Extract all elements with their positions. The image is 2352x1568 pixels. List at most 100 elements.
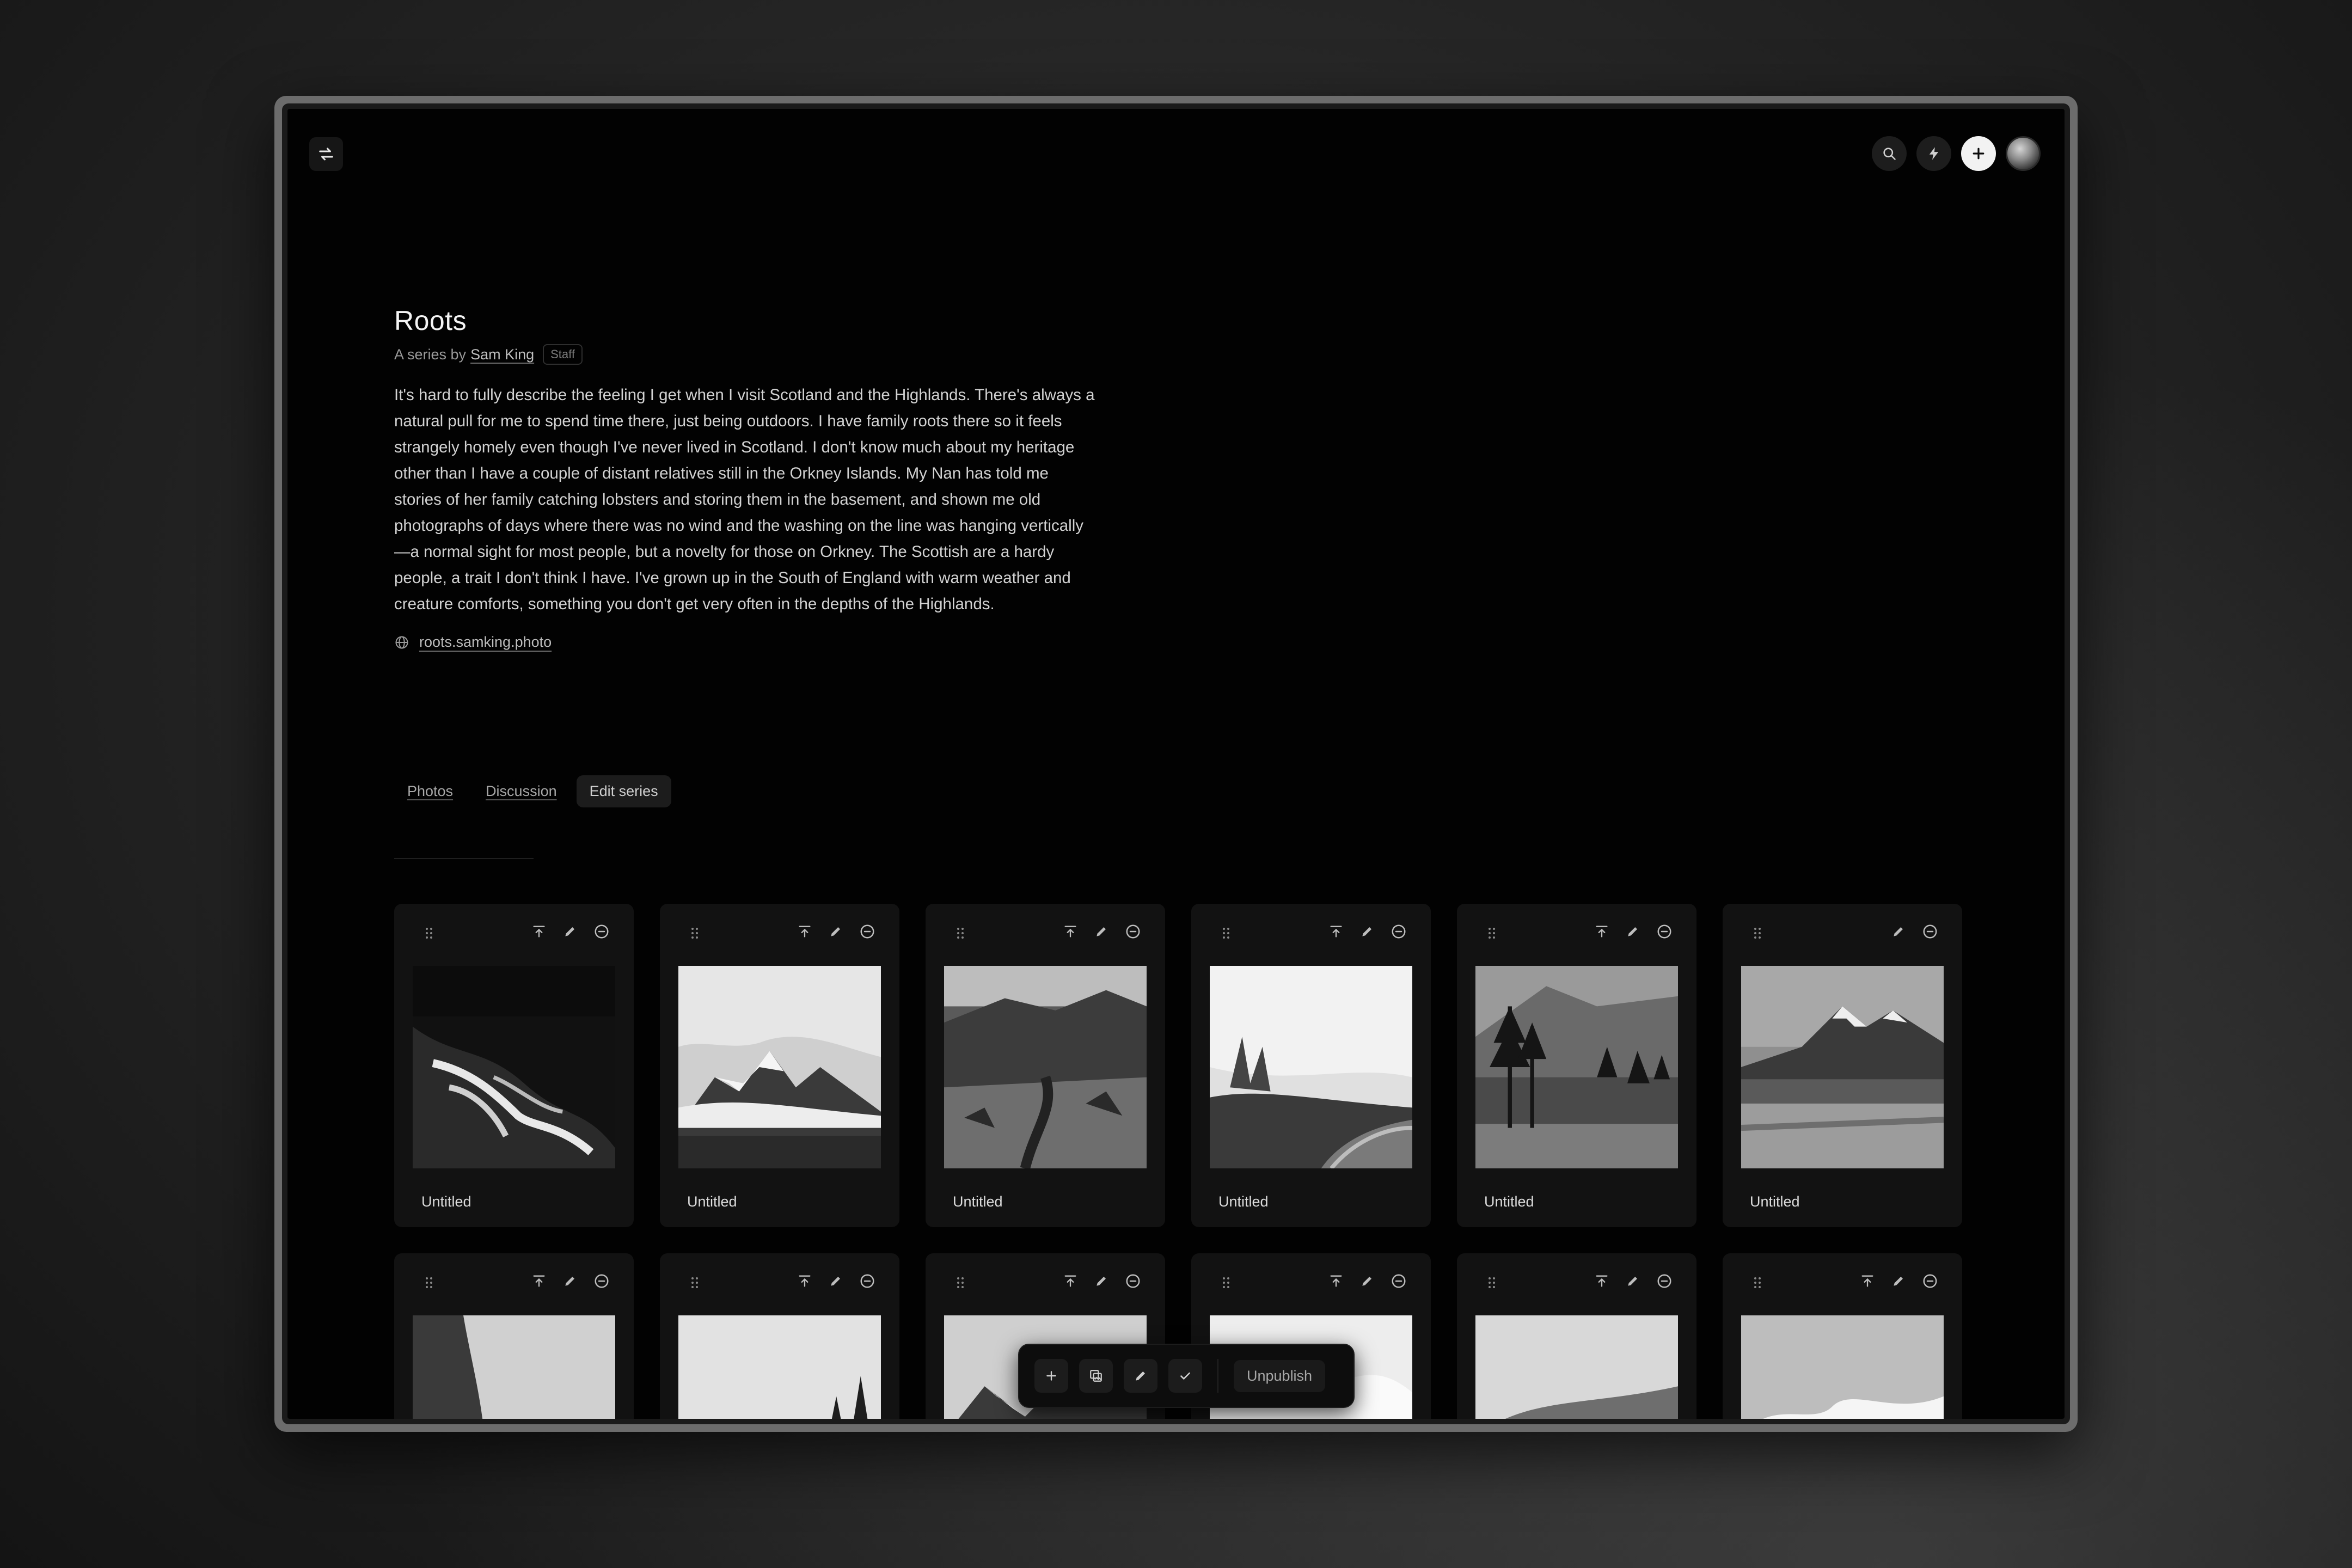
photo-thumbnail[interactable] <box>678 1315 881 1419</box>
photo-thumbnail[interactable] <box>1210 966 1412 1168</box>
edit-photo-button[interactable] <box>1094 924 1108 939</box>
pencil-icon <box>1628 1276 1638 1286</box>
remove-photo-button[interactable] <box>1922 923 1938 940</box>
set-cover-button[interactable] <box>531 924 547 939</box>
edit-photo-button[interactable] <box>829 924 843 939</box>
drag-handle[interactable] <box>690 927 699 942</box>
remove-photo-button[interactable] <box>1922 1273 1938 1289</box>
select-photos-button[interactable] <box>1079 1359 1113 1393</box>
set-cover-button[interactable] <box>1328 924 1344 939</box>
edit-photo-button[interactable] <box>563 1274 577 1288</box>
drag-handle[interactable] <box>1753 1276 1762 1292</box>
photo-thumbnail[interactable] <box>1475 966 1678 1168</box>
photo-card[interactable] <box>1723 1253 1962 1419</box>
edit-photo-button[interactable] <box>563 924 577 939</box>
edit-series-button[interactable] <box>1124 1359 1157 1393</box>
photo-thumbnail[interactable] <box>944 966 1147 1168</box>
set-cover-button[interactable] <box>797 924 812 939</box>
tab-photos[interactable]: Photos <box>394 775 466 807</box>
photo-thumbnail[interactable] <box>1741 1315 1944 1419</box>
drag-handle[interactable] <box>956 927 965 942</box>
photo-card[interactable]: Untitled <box>660 904 899 1227</box>
remove-photo-button[interactable] <box>859 1273 875 1289</box>
set-cover-button[interactable] <box>1860 1273 1875 1289</box>
edit-photo-button[interactable] <box>1891 1274 1906 1288</box>
search-button[interactable] <box>1872 136 1907 171</box>
website-link[interactable]: roots.samking.photo <box>394 634 1102 651</box>
remove-photo-button[interactable] <box>1656 923 1673 940</box>
pencil-icon <box>831 1276 841 1286</box>
photo-card[interactable] <box>660 1253 899 1419</box>
pencil-icon <box>1136 1371 1146 1381</box>
drag-handle[interactable] <box>1487 927 1496 942</box>
remove-photo-button[interactable] <box>1125 923 1141 940</box>
edit-photo-button[interactable] <box>829 1274 843 1288</box>
card-toolbar <box>926 923 1165 945</box>
add-photo-button[interactable] <box>1034 1359 1068 1393</box>
edit-photo-button[interactable] <box>1094 1274 1108 1288</box>
card-toolbar <box>1457 1273 1696 1295</box>
remove-photo-button[interactable] <box>593 923 610 940</box>
image-stack-icon <box>1090 1370 1102 1382</box>
byline-prefix: A series by <box>394 346 467 363</box>
drag-handle[interactable] <box>425 1276 433 1292</box>
app-logo-button[interactable] <box>309 137 343 171</box>
drag-handle[interactable] <box>425 927 433 942</box>
set-cover-button[interactable] <box>1063 924 1078 939</box>
create-button[interactable] <box>1961 136 1996 171</box>
pencil-icon <box>1097 1276 1106 1286</box>
drag-handle-icon <box>426 1277 432 1288</box>
card-toolbar <box>926 1273 1165 1295</box>
remove-photo-button[interactable] <box>593 1273 610 1289</box>
drag-handle-icon <box>691 1277 698 1288</box>
edit-photo-button[interactable] <box>1891 924 1906 939</box>
drag-handle[interactable] <box>1487 1276 1496 1292</box>
edit-photo-button[interactable] <box>1626 924 1640 939</box>
set-cover-button[interactable] <box>1594 1273 1609 1289</box>
photo-title: Untitled <box>1750 1193 1800 1210</box>
drag-handle[interactable] <box>1222 1276 1230 1292</box>
user-avatar[interactable] <box>2006 136 2041 171</box>
card-actions <box>1860 1273 1938 1289</box>
set-cover-button[interactable] <box>797 1273 812 1289</box>
photo-card[interactable]: Untitled <box>1723 904 1962 1227</box>
drag-handle-icon <box>1223 1277 1229 1288</box>
edit-photo-button[interactable] <box>1360 1274 1374 1288</box>
photo-card[interactable]: Untitled <box>1191 904 1431 1227</box>
set-cover-button[interactable] <box>531 1273 547 1289</box>
pencil-icon <box>1097 927 1106 936</box>
activity-button[interactable] <box>1916 136 1951 171</box>
set-cover-button[interactable] <box>1594 924 1609 939</box>
drag-handle[interactable] <box>1222 927 1230 942</box>
remove-photo-button[interactable] <box>1125 1273 1141 1289</box>
edit-photo-button[interactable] <box>1360 924 1374 939</box>
check-icon <box>1180 1372 1190 1380</box>
photo-thumbnail[interactable] <box>413 1315 615 1419</box>
drag-handle[interactable] <box>690 1276 699 1292</box>
set-cover-button[interactable] <box>1328 1273 1344 1289</box>
photo-thumbnail[interactable] <box>413 966 615 1168</box>
photo-card[interactable]: Untitled <box>1457 904 1696 1227</box>
drag-handle[interactable] <box>956 1276 965 1292</box>
photo-card[interactable]: Untitled <box>394 904 634 1227</box>
author-link[interactable]: Sam King <box>470 346 534 363</box>
unpublish-button[interactable]: Unpublish <box>1234 1359 1326 1392</box>
photo-thumbnail[interactable] <box>1475 1315 1678 1419</box>
tab-discussion[interactable]: Discussion <box>473 775 570 807</box>
remove-photo-button[interactable] <box>1391 923 1407 940</box>
edit-photo-button[interactable] <box>1626 1274 1640 1288</box>
done-button[interactable] <box>1168 1359 1202 1393</box>
photo-card[interactable] <box>1457 1253 1696 1419</box>
tab-edit-series[interactable]: Edit series <box>576 775 671 807</box>
photo-card[interactable]: Untitled <box>926 904 1165 1227</box>
device-frame: Roots A series by Sam King Staff It's har… <box>274 96 2078 1432</box>
photo-card[interactable] <box>394 1253 634 1419</box>
remove-photo-button[interactable] <box>1656 1273 1673 1289</box>
card-actions <box>531 923 610 940</box>
photo-thumbnail[interactable] <box>678 966 881 1168</box>
remove-photo-button[interactable] <box>859 923 875 940</box>
set-cover-button[interactable] <box>1063 1273 1078 1289</box>
drag-handle[interactable] <box>1753 927 1762 942</box>
remove-photo-button[interactable] <box>1391 1273 1407 1289</box>
photo-thumbnail[interactable] <box>1741 966 1944 1168</box>
